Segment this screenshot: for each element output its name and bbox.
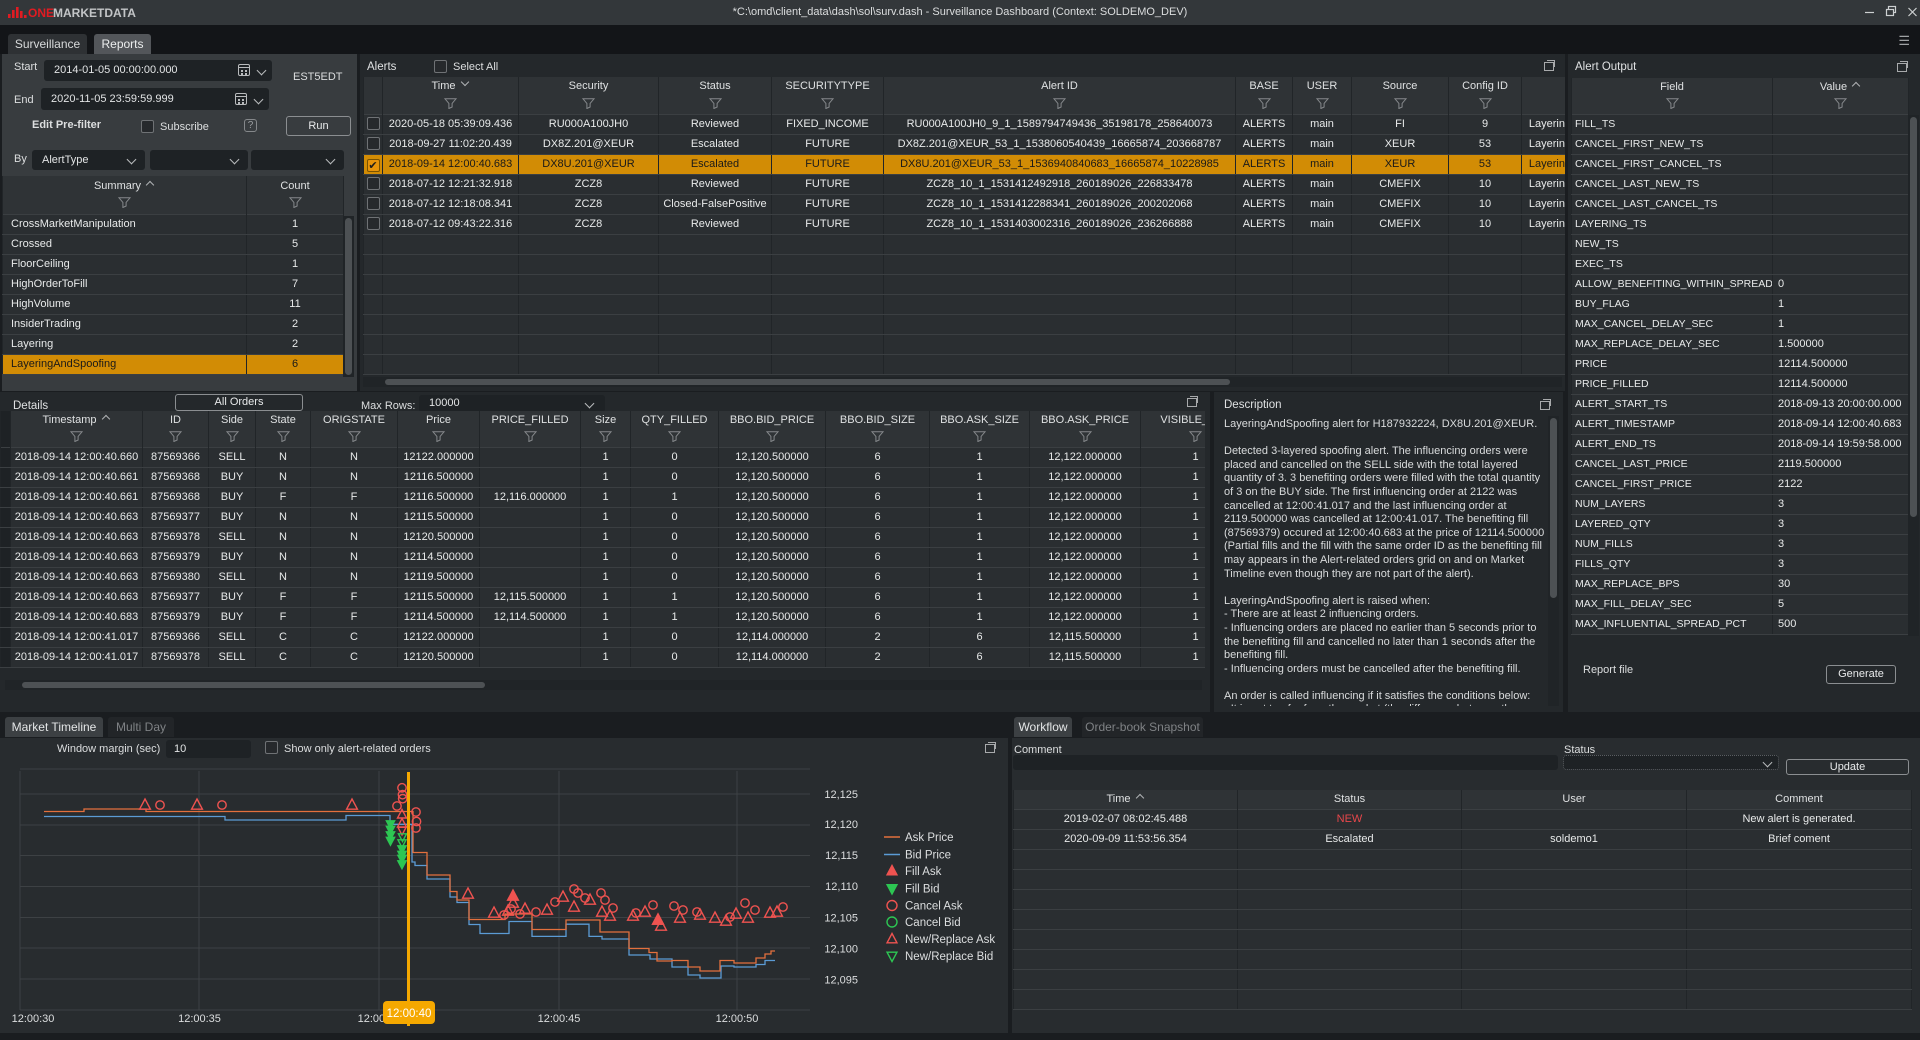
svg-text:Bid Price: Bid Price	[905, 850, 951, 862]
svg-text:New/Replace Bid: New/Replace Bid	[905, 951, 993, 963]
svg-text:Cancel Ask: Cancel Ask	[905, 901, 963, 913]
svg-text:12:00:35: 12:00:35	[178, 1013, 221, 1025]
svg-text:12:00:30: 12:00:30	[12, 1013, 55, 1025]
svg-text:12:00:45: 12:00:45	[538, 1013, 581, 1025]
svg-text:Fill Bid: Fill Bid	[905, 884, 940, 896]
svg-text:Ask Price: Ask Price	[905, 832, 954, 844]
svg-text:12:00:40: 12:00:40	[387, 1008, 432, 1020]
svg-text:12,120: 12,120	[824, 819, 858, 831]
svg-text:12,110: 12,110	[825, 881, 858, 893]
svg-text:12,100: 12,100	[824, 944, 858, 956]
svg-text:12,125: 12,125	[824, 789, 858, 801]
svg-text:12,115: 12,115	[825, 850, 858, 862]
svg-text:12,105: 12,105	[824, 913, 858, 925]
svg-text:Cancel Bid: Cancel Bid	[905, 917, 961, 929]
svg-text:12,095: 12,095	[824, 975, 858, 987]
svg-text:12:00:50: 12:00:50	[716, 1013, 759, 1025]
svg-text:New/Replace Ask: New/Replace Ask	[905, 934, 995, 946]
svg-text:Fill Ask: Fill Ask	[905, 866, 942, 878]
